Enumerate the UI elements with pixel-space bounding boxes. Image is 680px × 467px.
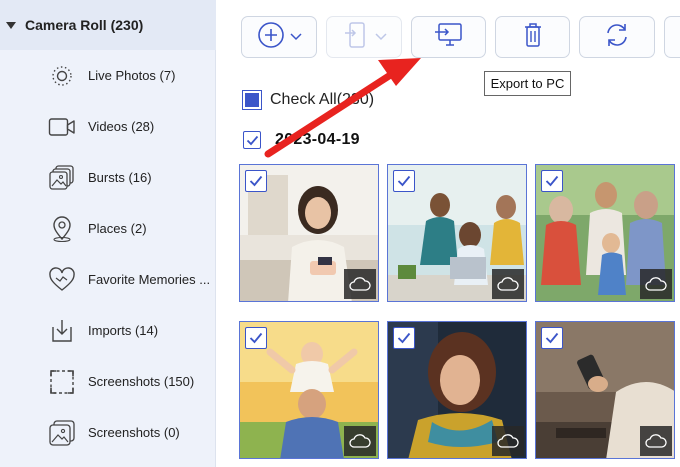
bursts-icon — [48, 164, 76, 192]
add-button[interactable] — [241, 16, 317, 58]
cloud-icon — [640, 269, 672, 299]
cloud-icon — [344, 426, 376, 456]
caret-down-icon[interactable] — [6, 21, 16, 29]
sidebar-item-label: Places (2) — [88, 221, 147, 236]
chevron-down-icon — [375, 28, 387, 46]
camera-roll-group[interactable]: Camera Roll (230) — [0, 0, 216, 50]
cloud-icon — [344, 269, 376, 299]
sidebar-item-imports[interactable]: Imports (14) — [0, 305, 216, 356]
cloud-icon — [492, 269, 524, 299]
photo-checkbox[interactable] — [245, 170, 267, 192]
check-all-checkbox[interactable] — [242, 90, 262, 110]
sidebar-item-screenshots[interactable]: Screenshots (150) — [0, 356, 216, 407]
check-all-row[interactable]: Check All(230) — [242, 90, 374, 110]
checkmark-icon — [545, 175, 559, 187]
sidebar-item-favorite-memories[interactable]: Favorite Memories ... — [0, 254, 216, 305]
sidebar-item-label: Imports (14) — [88, 323, 159, 338]
delete-button[interactable] — [495, 16, 570, 58]
photo-tile[interactable] — [535, 321, 675, 459]
chevron-down-icon — [290, 28, 302, 46]
more-toolbar-button[interactable] — [664, 16, 680, 58]
photo-tile[interactable] — [387, 321, 527, 459]
sidebar: Camera Roll (230) Live Photos (7) Videos… — [0, 0, 216, 467]
checkmark-icon — [397, 332, 411, 344]
checkmark-icon — [397, 175, 411, 187]
places-icon — [48, 215, 76, 243]
sidebar-item-label: Bursts (16) — [88, 170, 152, 185]
add-icon — [256, 20, 286, 55]
sidebar-item-label: Live Photos (7) — [88, 68, 176, 83]
screenshots-album-icon — [48, 419, 76, 447]
checkmark-icon — [249, 332, 263, 344]
check-all-label: Check All(230) — [270, 91, 375, 108]
phone-transfer-icon — [341, 20, 371, 55]
checkmark-icon — [249, 175, 263, 187]
photo-tile[interactable] — [387, 164, 527, 302]
cloud-icon — [492, 426, 524, 456]
video-icon — [48, 113, 76, 141]
photo-tile[interactable] — [239, 164, 379, 302]
export-to-pc-button[interactable] — [411, 16, 486, 58]
photo-checkbox[interactable] — [541, 170, 563, 192]
cloud-icon — [640, 426, 672, 456]
refresh-icon — [602, 20, 632, 55]
checkmark-icon — [545, 332, 559, 344]
photo-tile[interactable] — [239, 321, 379, 459]
photo-checkbox[interactable] — [393, 170, 415, 192]
sidebar-item-places[interactable]: Places (2) — [0, 203, 216, 254]
date-group-checkbox[interactable] — [243, 131, 261, 149]
checkmark-icon — [246, 135, 258, 145]
date-group-label: 2023-04-19 — [275, 131, 360, 148]
live-photo-icon — [48, 62, 76, 90]
heart-icon — [48, 266, 76, 294]
sidebar-item-screenshots-album[interactable]: Screenshots (0) — [0, 407, 216, 458]
export-tooltip: Export to PC — [484, 71, 571, 96]
import-icon — [48, 317, 76, 345]
sidebar-item-label: Favorite Memories ... — [88, 272, 211, 287]
refresh-button[interactable] — [579, 16, 655, 58]
monitor-export-icon — [433, 21, 465, 54]
photo-checkbox[interactable] — [245, 327, 267, 349]
sidebar-item-bursts[interactable]: Bursts (16) — [0, 152, 216, 203]
sidebar-item-label: Screenshots (150) — [88, 374, 195, 389]
date-group-row[interactable]: 2023-04-19 — [243, 131, 360, 149]
photo-checkbox[interactable] — [393, 327, 415, 349]
camera-roll-title: Camera Roll (230) — [25, 17, 144, 33]
transfer-to-device-button[interactable] — [326, 16, 402, 58]
sidebar-item-videos[interactable]: Videos (28) — [0, 101, 216, 152]
sidebar-item-live-photos[interactable]: Live Photos (7) — [0, 50, 216, 101]
photo-tile[interactable] — [535, 164, 675, 302]
sidebar-item-label: Videos (28) — [88, 119, 155, 134]
sidebar-item-label: Screenshots (0) — [88, 425, 180, 440]
photo-checkbox[interactable] — [541, 327, 563, 349]
screenshot-icon — [48, 368, 76, 396]
trash-icon — [520, 21, 546, 54]
